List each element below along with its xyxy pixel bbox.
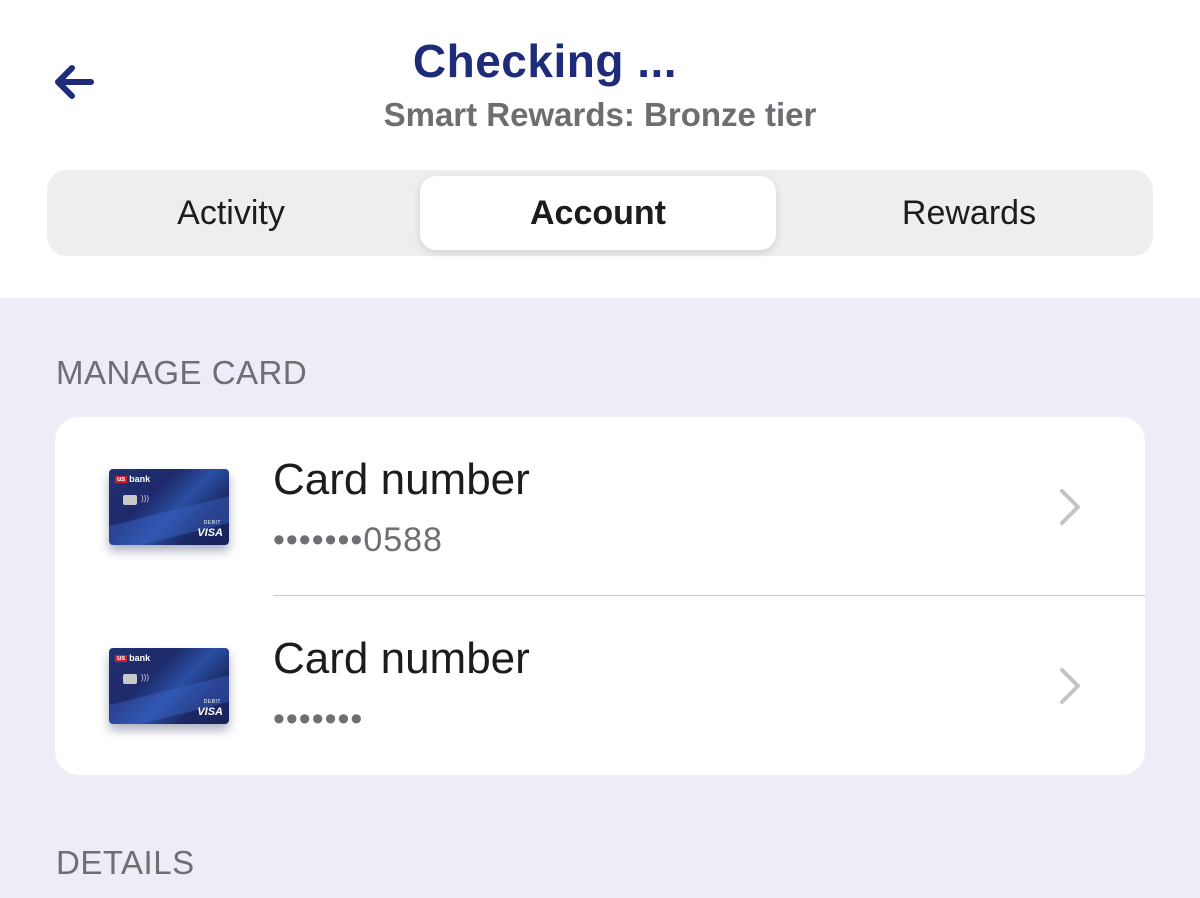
card-number: •••••••0588: [273, 521, 443, 559]
card-type-label: DEBIT: [203, 520, 221, 526]
bank-logo: us bank: [115, 474, 150, 484]
debit-card-image: us bank ))) DEBIT VISA: [109, 648, 229, 724]
bank-logo: us bank: [115, 653, 150, 663]
chip-icon: [123, 674, 137, 684]
account-content: MANAGE CARD us bank ))) DEBIT VISA Card n…: [0, 298, 1200, 898]
bank-logo-text: bank: [129, 653, 151, 663]
section-label-details: DETAILS: [56, 844, 195, 881]
card-list: us bank ))) DEBIT VISA Card number ••••••…: [55, 417, 1145, 775]
card-type-label: DEBIT: [203, 699, 221, 705]
header: Checking ... Smart Rewards: Bronze tier …: [0, 0, 1200, 298]
bank-logo-prefix: us: [115, 475, 128, 483]
card-title: Card number: [273, 455, 530, 504]
contactless-icon: ))): [141, 673, 149, 682]
chevron-right-icon: [1060, 489, 1080, 525]
tab-rewards[interactable]: Rewards: [785, 176, 1153, 250]
visa-logo: VISA: [197, 527, 223, 539]
tab-activity[interactable]: Activity: [47, 176, 415, 250]
chevron-right-icon: [1060, 668, 1080, 704]
page-title: Checking ...: [412, 35, 678, 87]
contactless-icon: ))): [141, 494, 149, 503]
bank-logo-prefix: us: [115, 654, 128, 662]
bank-logo-text: bank: [129, 474, 151, 484]
card-title: Card number: [273, 634, 530, 683]
card-row-1[interactable]: us bank ))) DEBIT VISA Card number ••••••…: [55, 417, 1145, 595]
debit-card-image: us bank ))) DEBIT VISA: [109, 469, 229, 545]
tab-segmented-control: Activity Account Rewards: [47, 170, 1153, 256]
tab-account[interactable]: Account: [420, 176, 776, 250]
page-subtitle: Smart Rewards: Bronze tier: [383, 96, 817, 133]
card-number: •••••••: [273, 700, 364, 738]
visa-logo: VISA: [197, 706, 223, 718]
card-row-2[interactable]: us bank ))) DEBIT VISA Card number ••••••…: [55, 596, 1145, 774]
chip-icon: [123, 495, 137, 505]
section-label-manage-card: MANAGE CARD: [56, 354, 308, 391]
